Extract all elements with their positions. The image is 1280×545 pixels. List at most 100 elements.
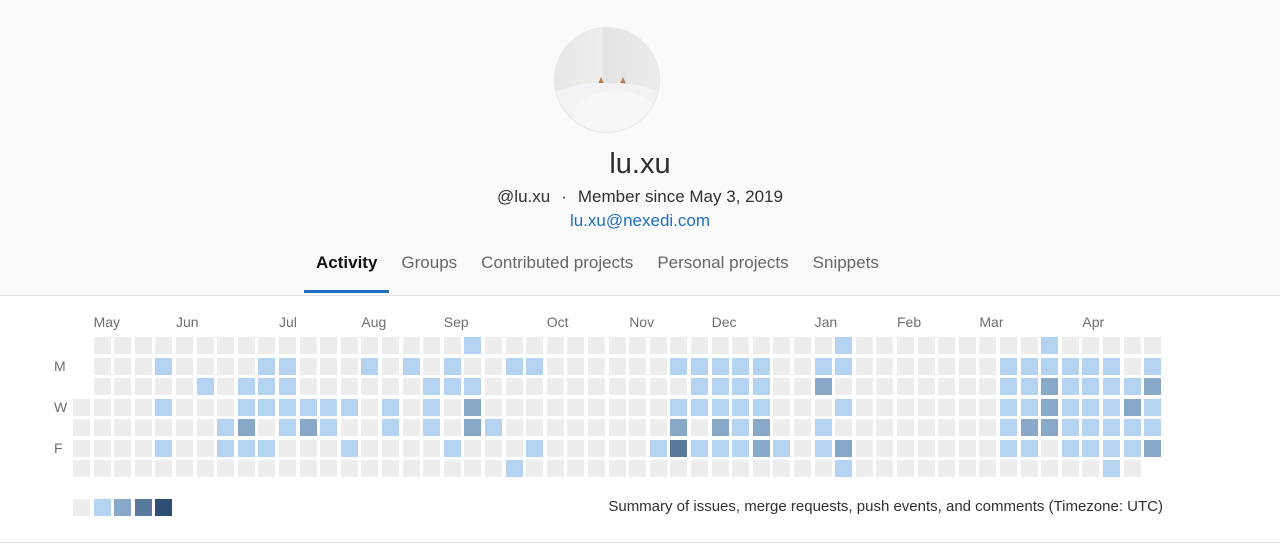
contribution-day-cell[interactable] [1144, 439, 1162, 457]
contribution-day-cell[interactable] [93, 439, 111, 457]
contribution-day-cell[interactable] [93, 337, 111, 354]
contribution-day-cell[interactable] [835, 398, 853, 416]
contribution-day-cell[interactable] [814, 439, 832, 457]
contribution-day-cell[interactable] [485, 439, 502, 457]
contribution-day-cell[interactable] [546, 337, 564, 354]
contribution-day-cell[interactable] [814, 357, 832, 375]
contribution-day-cell[interactable] [258, 357, 276, 375]
contribution-day-cell[interactable] [1061, 439, 1079, 457]
contribution-day-cell[interactable] [279, 439, 296, 457]
contribution-day-cell[interactable] [526, 398, 544, 416]
contribution-day-cell[interactable] [670, 357, 688, 375]
contribution-day-cell[interactable] [897, 460, 914, 477]
contribution-day-cell[interactable] [1000, 398, 1017, 416]
contribution-day-cell[interactable] [588, 439, 605, 457]
tab-contributed-projects[interactable]: Contributed projects [469, 252, 645, 293]
contribution-day-cell[interactable] [423, 337, 441, 354]
contribution-day-cell[interactable] [876, 439, 894, 457]
contribution-day-cell[interactable] [1082, 378, 1100, 395]
contribution-day-cell[interactable] [340, 419, 358, 436]
contribution-day-cell[interactable] [711, 439, 729, 457]
contribution-day-cell[interactable] [629, 460, 647, 477]
contribution-day-cell[interactable] [237, 378, 255, 395]
contribution-day-cell[interactable] [794, 357, 811, 375]
contribution-day-cell[interactable] [752, 460, 770, 477]
contribution-day-cell[interactable] [340, 357, 358, 375]
contribution-day-cell[interactable] [711, 337, 729, 354]
contribution-day-cell[interactable] [629, 439, 647, 457]
contribution-day-cell[interactable] [1020, 357, 1038, 375]
contribution-day-cell[interactable] [670, 419, 688, 436]
contribution-day-cell[interactable] [320, 460, 338, 477]
contribution-day-cell[interactable] [299, 337, 317, 354]
contribution-day-cell[interactable] [691, 398, 708, 416]
contribution-day-cell[interactable] [1061, 398, 1079, 416]
contribution-day-cell[interactable] [773, 357, 791, 375]
contribution-day-cell[interactable] [958, 337, 976, 354]
contribution-day-cell[interactable] [443, 398, 461, 416]
contribution-day-cell[interactable] [917, 419, 935, 436]
contribution-day-cell[interactable] [567, 419, 585, 436]
contribution-day-cell[interactable] [155, 337, 173, 354]
contribution-day-cell[interactable] [732, 398, 750, 416]
contribution-day-cell[interactable] [340, 460, 358, 477]
contribution-day-cell[interactable] [1103, 398, 1120, 416]
contribution-day-cell[interactable] [629, 419, 647, 436]
contribution-day-cell[interactable] [176, 419, 193, 436]
contribution-day-cell[interactable] [670, 398, 688, 416]
contribution-day-cell[interactable] [711, 398, 729, 416]
contribution-day-cell[interactable] [114, 378, 132, 395]
contribution-day-cell[interactable] [1061, 460, 1079, 477]
contribution-day-cell[interactable] [649, 439, 667, 457]
contribution-day-cell[interactable] [217, 357, 235, 375]
contribution-day-cell[interactable] [588, 337, 605, 354]
contribution-day-cell[interactable] [876, 337, 894, 354]
contribution-day-cell[interactable] [958, 419, 976, 436]
contribution-day-cell[interactable] [443, 357, 461, 375]
contribution-day-cell[interactable] [814, 398, 832, 416]
contribution-day-cell[interactable] [732, 337, 750, 354]
contribution-day-cell[interactable] [979, 398, 997, 416]
contribution-day-cell[interactable] [155, 419, 173, 436]
contribution-day-cell[interactable] [382, 357, 399, 375]
contribution-day-cell[interactable] [237, 398, 255, 416]
contribution-day-cell[interactable] [134, 398, 152, 416]
contribution-day-cell[interactable] [443, 378, 461, 395]
contribution-day-cell[interactable] [773, 419, 791, 436]
contribution-day-cell[interactable] [794, 337, 811, 354]
contribution-day-cell[interactable] [402, 357, 420, 375]
contribution-day-cell[interactable] [958, 398, 976, 416]
contribution-day-cell[interactable] [382, 337, 399, 354]
contribution-day-cell[interactable] [299, 398, 317, 416]
contribution-day-cell[interactable] [1144, 357, 1162, 375]
contribution-day-cell[interactable] [217, 398, 235, 416]
contribution-day-cell[interactable] [423, 460, 441, 477]
contribution-day-cell[interactable] [546, 419, 564, 436]
contribution-day-cell[interactable] [608, 398, 626, 416]
contribution-day-cell[interactable] [1020, 460, 1038, 477]
contribution-day-cell[interactable] [299, 460, 317, 477]
contribution-day-cell[interactable] [361, 398, 379, 416]
contribution-day-cell[interactable] [299, 439, 317, 457]
contribution-day-cell[interactable] [897, 337, 914, 354]
contribution-day-cell[interactable] [546, 460, 564, 477]
contribution-day-cell[interactable] [382, 398, 399, 416]
contribution-day-cell[interactable] [629, 357, 647, 375]
contribution-day-cell[interactable] [649, 378, 667, 395]
contribution-day-cell[interactable] [485, 398, 502, 416]
contribution-day-cell[interactable] [917, 398, 935, 416]
contribution-day-cell[interactable] [402, 337, 420, 354]
contribution-day-cell[interactable] [1103, 378, 1120, 395]
contribution-day-cell[interactable] [608, 337, 626, 354]
contribution-day-cell[interactable] [794, 439, 811, 457]
contribution-day-cell[interactable] [814, 460, 832, 477]
contribution-day-cell[interactable] [1000, 439, 1017, 457]
contribution-day-cell[interactable] [443, 439, 461, 457]
contribution-day-cell[interactable] [423, 439, 441, 457]
contribution-day-cell[interactable] [1082, 460, 1100, 477]
contribution-day-cell[interactable] [134, 439, 152, 457]
contribution-day-cell[interactable] [752, 357, 770, 375]
contribution-day-cell[interactable] [1041, 419, 1059, 436]
contribution-day-cell[interactable] [340, 398, 358, 416]
contribution-day-cell[interactable] [732, 357, 750, 375]
